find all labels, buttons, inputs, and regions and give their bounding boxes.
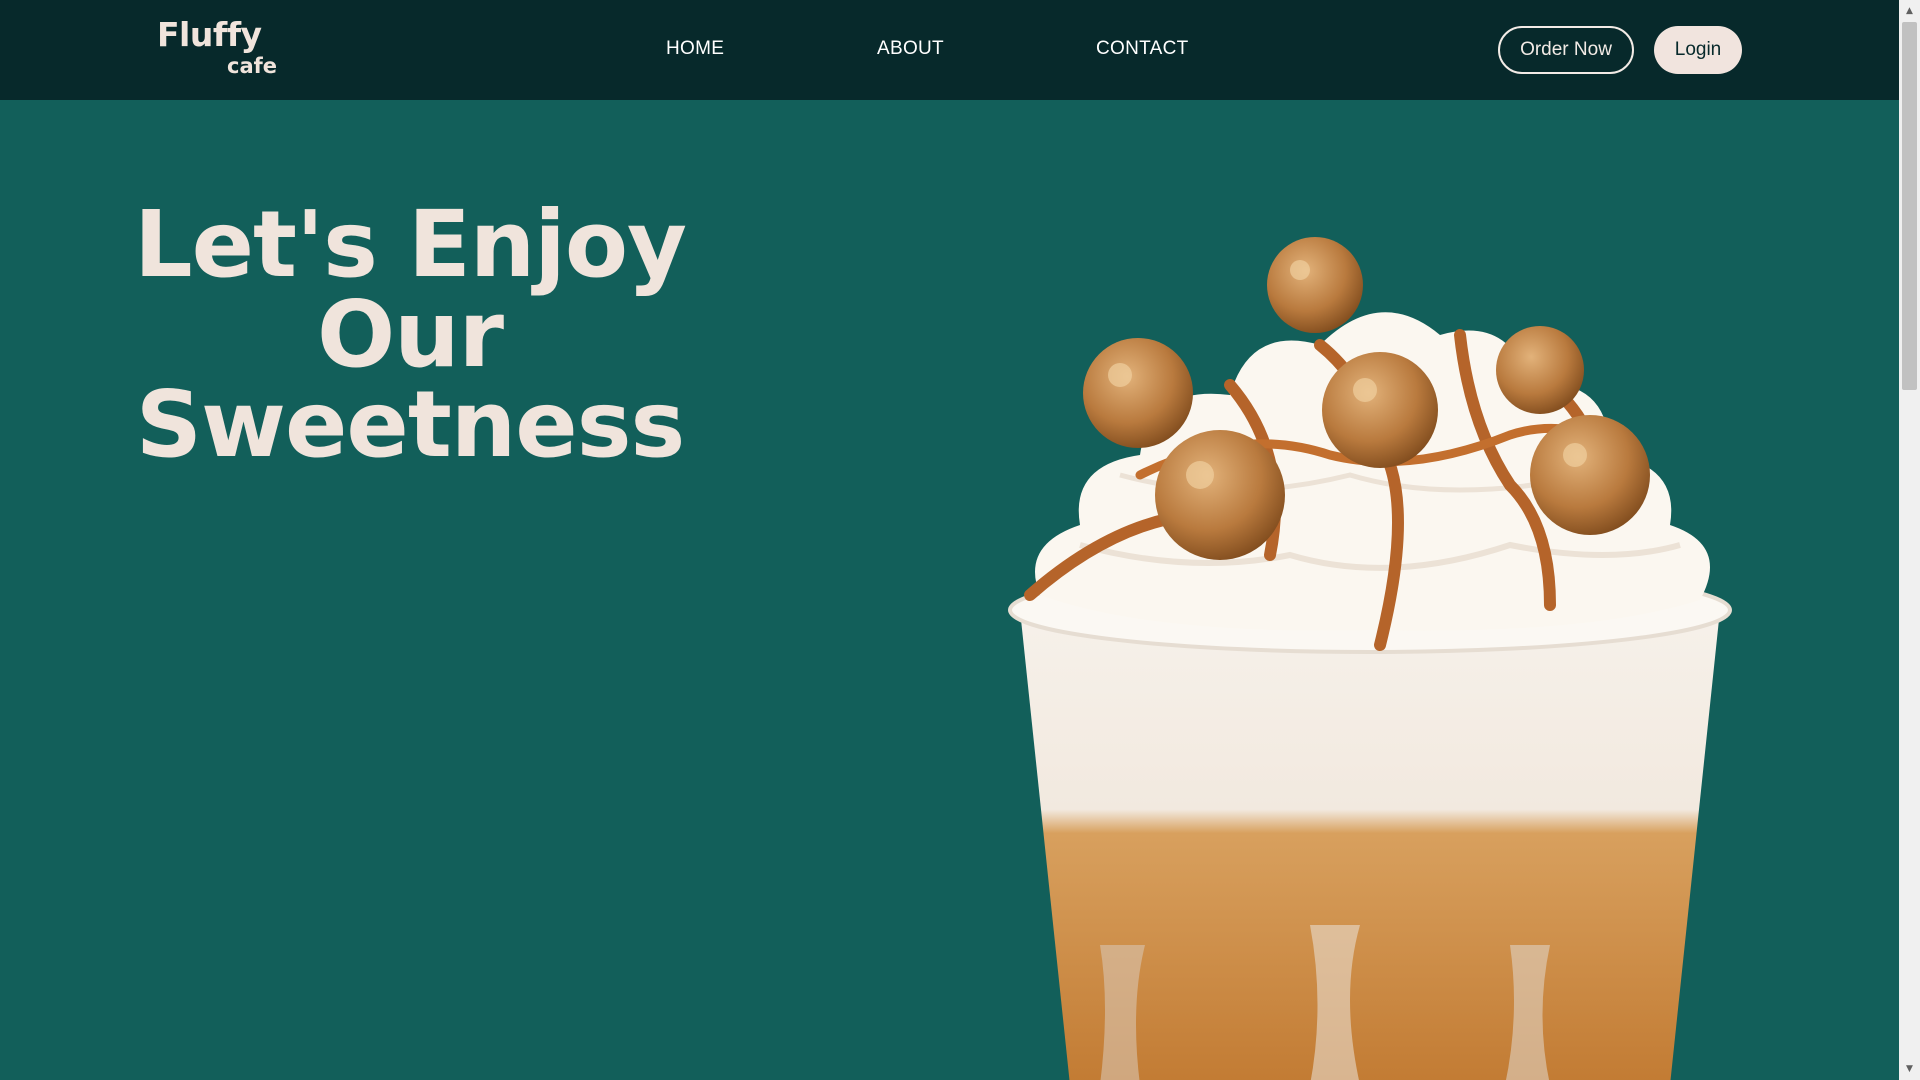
brand-logo[interactable]: Fluffy cafe (157, 15, 277, 79)
chevron-up-icon[interactable]: ▲ (1899, 2, 1920, 20)
login-button[interactable]: Login (1654, 26, 1742, 74)
hero-title: Let's Enjoy Our Sweetness (100, 191, 720, 478)
vertical-scrollbar[interactable]: ▲ ▼ (1899, 0, 1920, 1080)
caramel-frappe-image (1008, 237, 1732, 1080)
hero-title-line-1: Let's Enjoy (133, 191, 687, 298)
nav-about-link[interactable]: ABOUT (877, 38, 944, 60)
nav-contact-link[interactable]: CONTACT (1096, 38, 1189, 60)
nav-home-link[interactable]: HOME (666, 38, 724, 60)
chevron-down-icon[interactable]: ▼ (1899, 1060, 1920, 1078)
top-navbar: Fluffy cafe HOME ABOUT CONTACT Order Now… (0, 0, 1899, 100)
brand-sub: cafe (227, 54, 277, 78)
order-now-button[interactable]: Order Now (1498, 26, 1634, 74)
brand-name: Fluffy (157, 15, 262, 54)
hero-title-line-3: Sweetness (135, 371, 685, 478)
scroll-thumb[interactable] (1902, 22, 1917, 390)
hero-title-line-2: Our (316, 281, 504, 388)
